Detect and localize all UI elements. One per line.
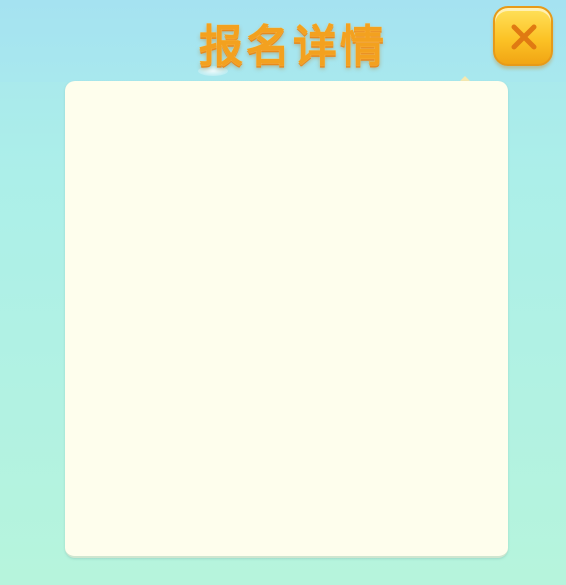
close-button[interactable] [493,6,553,66]
registration-details-dialog: 报名详情 [0,0,566,585]
dialog-title: 报名详情 [199,21,387,72]
details-content-panel [65,81,508,558]
close-icon [511,24,537,50]
